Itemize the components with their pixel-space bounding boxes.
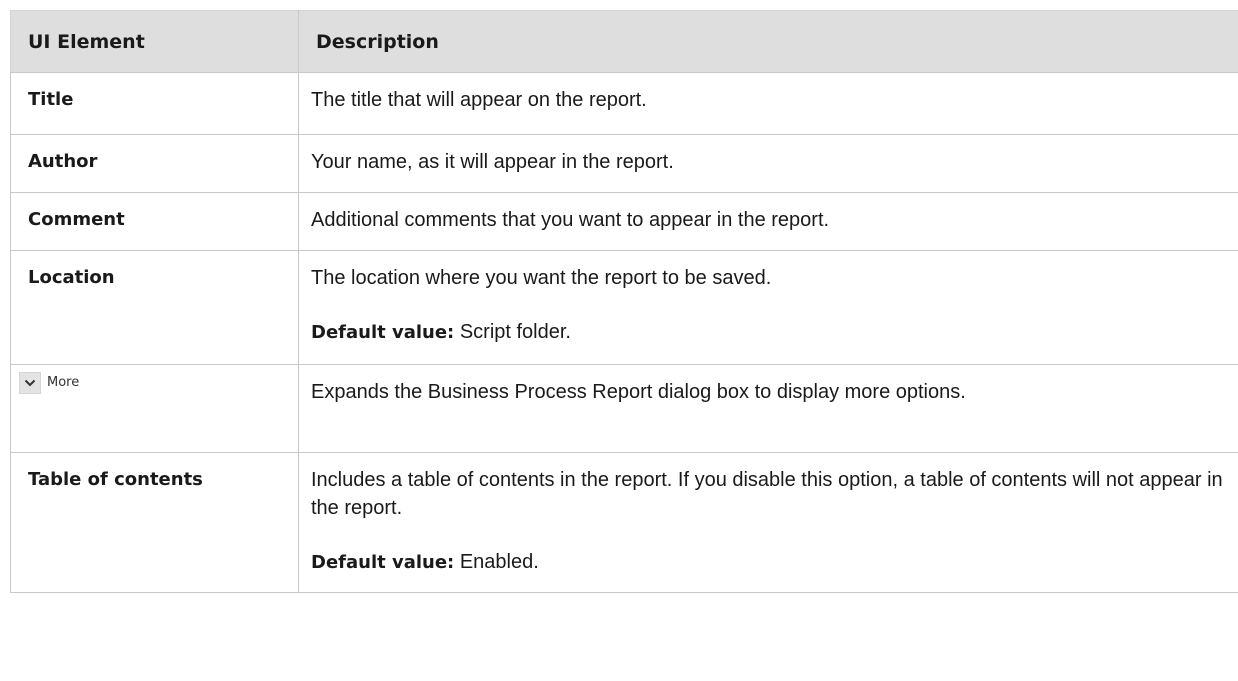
table-row: More Expands the Business Process Report… — [10, 364, 1238, 453]
element-name: Location — [10, 250, 299, 365]
element-description: Your name, as it will appear in the repo… — [311, 151, 674, 173]
more-button[interactable]: More — [19, 369, 79, 397]
header-description: Description — [298, 10, 1238, 73]
table-header-row: UI Element Description — [10, 10, 1238, 73]
default-value-line: Default value: Enabled. — [311, 548, 1238, 577]
default-value-text: Script folder. — [454, 321, 571, 343]
element-description: Includes a table of contents in the repo… — [311, 469, 1223, 519]
more-label: More — [47, 375, 80, 390]
table-row: Table of contents Includes a table of co… — [10, 452, 1238, 593]
element-name: Table of contents — [10, 452, 299, 593]
element-description: The title that will appear on the report… — [311, 89, 647, 111]
element-description: The location where you want the report t… — [311, 267, 772, 289]
element-name: Author — [10, 134, 299, 193]
element-name: Comment — [10, 192, 299, 251]
element-widget-cell: More — [10, 364, 299, 453]
element-name: Title — [10, 72, 299, 135]
default-value-label: Default value: — [311, 552, 455, 573]
default-value-line: Default value: Script folder. — [311, 318, 1238, 347]
table-row: Comment Additional comments that you wan… — [10, 192, 1238, 251]
chevron-down-icon — [19, 372, 41, 394]
element-description: Expands the Business Process Report dial… — [311, 381, 966, 403]
default-value-label: Default value: — [311, 322, 455, 343]
ui-elements-table: UI Element Description Title The title t… — [10, 10, 1238, 593]
table-row: Author Your name, as it will appear in t… — [10, 134, 1238, 193]
table-row: Location The location where you want the… — [10, 250, 1238, 365]
element-description: Additional comments that you want to app… — [311, 209, 830, 231]
default-value-text: Enabled. — [454, 551, 539, 573]
header-ui-element: UI Element — [10, 10, 299, 73]
table-row: Title The title that will appear on the … — [10, 72, 1238, 135]
